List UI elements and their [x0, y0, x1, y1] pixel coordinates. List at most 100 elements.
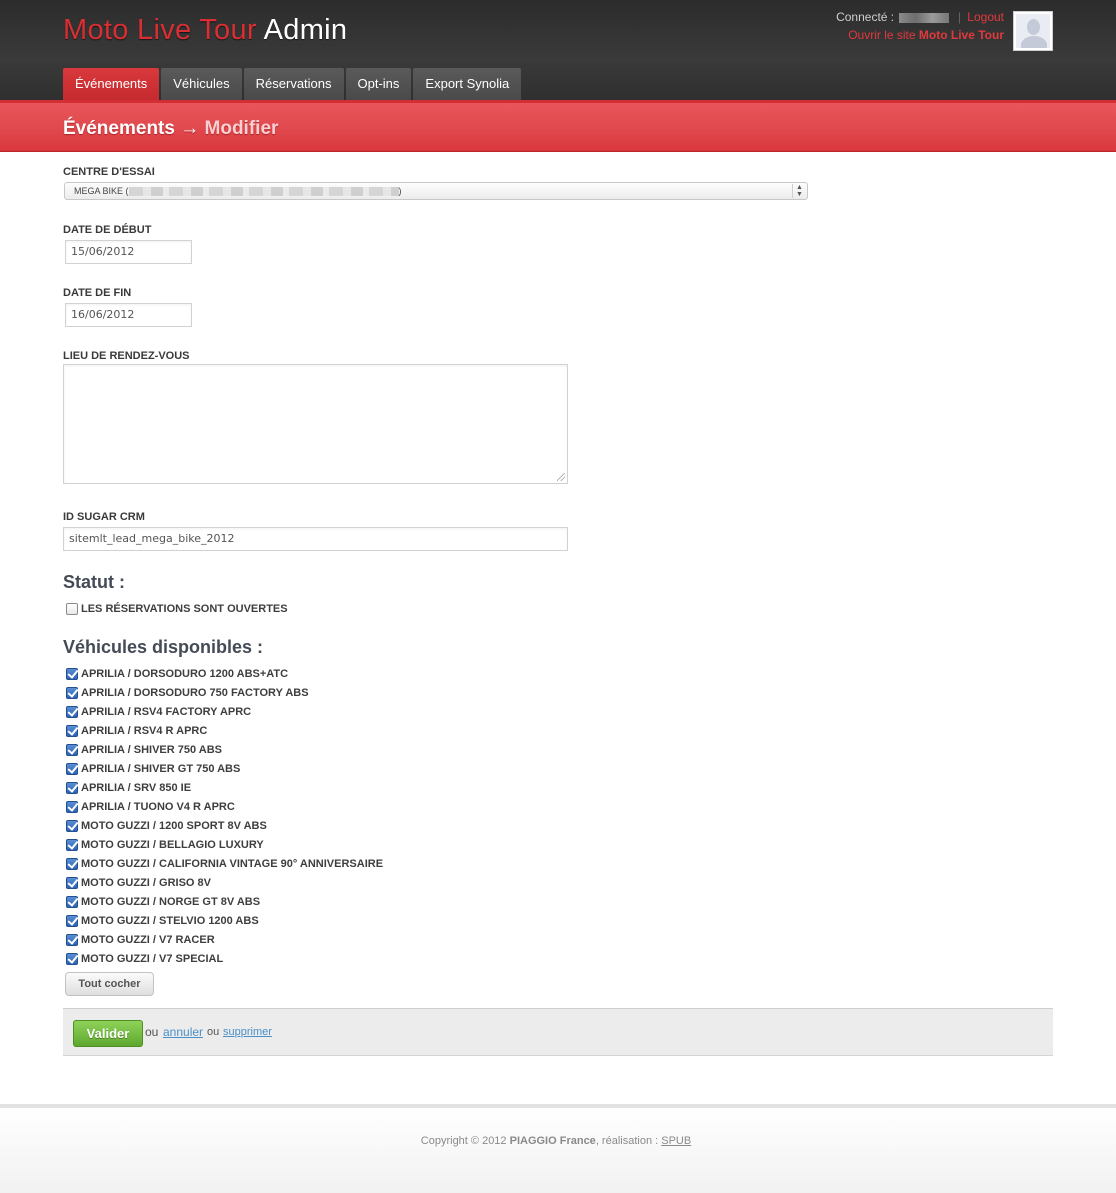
- vehicle-checkbox[interactable]: [66, 706, 78, 718]
- app-logo[interactable]: Moto Live Tour Admin: [63, 14, 347, 47]
- tab-evenements[interactable]: Événements: [63, 68, 160, 100]
- breadcrumb: Événements → Modifier: [63, 118, 278, 140]
- or-text: ou: [145, 1025, 159, 1039]
- vehicle-option[interactable]: APRILIA / SRV 850 IE: [66, 780, 191, 796]
- vehicle-option[interactable]: APRILIA / DORSODURO 750 FACTORY ABS: [66, 685, 309, 701]
- copyright-prefix: Copyright © 2012: [420, 1135, 507, 1147]
- vehicle-checkbox[interactable]: [66, 877, 78, 889]
- vehicle-checkbox[interactable]: [66, 820, 78, 832]
- vehicle-option[interactable]: MOTO GUZZI / BELLAGIO LUXURY: [66, 837, 264, 853]
- vehicle-checkbox[interactable]: [66, 896, 78, 908]
- sugar-label: ID SUGAR CRM: [63, 511, 145, 523]
- top-header: Moto Live Tour Admin Connecté : | Logout…: [0, 0, 1116, 100]
- vehicle-option[interactable]: MOTO GUZZI / STELVIO 1200 ABS: [66, 913, 259, 929]
- reservations-open-label: LES RÉSERVATIONS SONT OUVERTES: [81, 603, 288, 615]
- vehicle-option[interactable]: MOTO GUZZI / CALIFORNIA VINTAGE 90° ANNI…: [66, 856, 383, 872]
- cancel-link[interactable]: annuler: [163, 1025, 203, 1039]
- connected-label: Connecté :: [836, 10, 895, 24]
- vehicle-label: APRILIA / RSV4 R APRC: [81, 725, 208, 737]
- vehicle-option[interactable]: APRILIA / TUONO V4 R APRC: [66, 799, 235, 815]
- vehicle-checkbox[interactable]: [66, 782, 78, 794]
- vehicle-checkbox[interactable]: [66, 953, 78, 965]
- vehicle-checkbox[interactable]: [66, 725, 78, 737]
- tab-reservations[interactable]: Réservations: [243, 68, 344, 100]
- vehicle-option[interactable]: APRILIA / DORSODURO 1200 ABS+ATC: [66, 666, 288, 682]
- vehicle-checkbox[interactable]: [66, 858, 78, 870]
- brand-suffix: Admin: [263, 14, 348, 46]
- vehicle-option[interactable]: MOTO GUZZI / 1200 SPORT 8V ABS: [66, 818, 267, 834]
- vehicle-checkbox[interactable]: [66, 668, 78, 680]
- centre-value-prefix: MEGA BIKE (: [74, 186, 129, 196]
- vehicle-checkbox[interactable]: [66, 744, 78, 756]
- vehicle-checkbox[interactable]: [66, 763, 78, 775]
- submit-button[interactable]: Valider: [73, 1020, 143, 1047]
- centre-select[interactable]: MEGA BIKE () ▲ ▼: [64, 182, 808, 200]
- tab-optins[interactable]: Opt-ins: [345, 68, 412, 100]
- vehicle-option[interactable]: APRILIA / RSV4 R APRC: [66, 723, 207, 739]
- centre-value-suffix: ): [398, 186, 402, 196]
- vehicle-label: APRILIA / RSV4 FACTORY APRC: [81, 706, 252, 718]
- company-name: PIAGGIO France: [509, 1135, 596, 1147]
- date-debut-label: DATE DE DÉBUT: [63, 224, 152, 236]
- vehicle-option[interactable]: MOTO GUZZI / GRISO 8V: [66, 875, 211, 891]
- vehicle-option[interactable]: MOTO GUZZI / V7 SPECIAL: [66, 951, 223, 967]
- vehicle-option[interactable]: APRILIA / SHIVER GT 750 ABS: [66, 761, 240, 777]
- centre-label: CENTRE D'ESSAI: [63, 166, 155, 178]
- user-area: Connecté : | Logout Ouvrir le site Moto …: [836, 8, 1004, 44]
- title-band: Événements → Modifier: [0, 100, 1116, 152]
- username-redacted: [899, 12, 950, 23]
- statut-title: Statut :: [63, 572, 125, 592]
- vehicle-option[interactable]: APRILIA / SHIVER 750 ABS: [66, 742, 222, 758]
- open-site-link[interactable]: Ouvrir le site Moto Live Tour: [848, 28, 1004, 42]
- vehicle-checkbox[interactable]: [66, 839, 78, 851]
- reservations-open-option[interactable]: LES RÉSERVATIONS SONT OUVERTES: [66, 601, 288, 617]
- vehicle-label: APRILIA / DORSODURO 750 FACTORY ABS: [81, 687, 309, 699]
- logout-link[interactable]: Logout: [967, 10, 1004, 24]
- vehicle-checkbox[interactable]: [66, 915, 78, 927]
- agency-link[interactable]: SPUB: [661, 1135, 691, 1147]
- reservations-open-checkbox[interactable]: [66, 603, 78, 615]
- avatar-head: [1027, 19, 1040, 35]
- vehicle-label: MOTO GUZZI / CALIFORNIA VINTAGE 90° ANNI…: [81, 858, 384, 870]
- breadcrumb-page: Modifier: [204, 118, 279, 139]
- tab-vehicules[interactable]: Véhicules: [161, 68, 242, 100]
- vehicle-checkbox[interactable]: [66, 687, 78, 699]
- vehicle-label: APRILIA / DORSODURO 1200 ABS+ATC: [81, 668, 289, 680]
- date-fin-input[interactable]: 16/06/2012: [65, 303, 192, 327]
- brand-name: Moto Live Tour: [63, 14, 257, 46]
- avatar-body: [1021, 36, 1047, 48]
- vehicle-checkbox[interactable]: [66, 801, 78, 813]
- vehicle-option[interactable]: MOTO GUZZI / V7 RACER: [66, 932, 215, 948]
- delete-link[interactable]: supprimer: [223, 1026, 272, 1038]
- centre-value-redacted: [128, 187, 399, 197]
- copyright-text: Copyright © 2012 PIAGGIO France, réalisa…: [0, 1135, 1112, 1147]
- tab-export-synolia[interactable]: Export Synolia: [413, 68, 522, 100]
- vehicle-label: APRILIA / SHIVER 750 ABS: [81, 744, 222, 756]
- vehicle-option[interactable]: APRILIA / RSV4 FACTORY APRC: [66, 704, 251, 720]
- sugar-id-input[interactable]: sitemlt_lead_mega_bike_2012: [63, 527, 568, 551]
- vehicle-checkbox[interactable]: [66, 934, 78, 946]
- page-footer: Copyright © 2012 PIAGGIO France, réalisa…: [0, 1104, 1116, 1193]
- vehicules-title: Véhicules disponibles :: [63, 637, 264, 657]
- main-nav: Événements Véhicules Réservations Opt-in…: [63, 68, 522, 100]
- user-silhouette-icon: [1016, 14, 1050, 48]
- realisation-text: , réalisation :: [595, 1135, 659, 1147]
- avatar: [1013, 11, 1053, 51]
- vehicle-label: APRILIA / TUONO V4 R APRC: [81, 801, 235, 813]
- open-site-name: Moto Live Tour: [918, 28, 1004, 42]
- date-fin-label: DATE DE FIN: [63, 287, 132, 299]
- lieu-textarea[interactable]: [63, 364, 568, 484]
- vehicle-label: MOTO GUZZI / STELVIO 1200 ABS: [81, 915, 259, 927]
- date-debut-input[interactable]: 15/06/2012: [65, 240, 192, 264]
- check-all-button[interactable]: Tout cocher: [65, 972, 154, 996]
- open-site-prefix: Ouvrir le site: [848, 28, 916, 42]
- lieu-label: LIEU DE RENDEZ-VOUS: [63, 350, 190, 362]
- vehicle-option[interactable]: MOTO GUZZI / NORGE GT 8V ABS: [66, 894, 260, 910]
- vehicle-label: MOTO GUZZI / NORGE GT 8V ABS: [81, 896, 261, 908]
- resize-grip-icon[interactable]: [557, 473, 565, 481]
- vehicle-label: APRILIA / SHIVER GT 750 ABS: [81, 763, 241, 775]
- vehicle-label: MOTO GUZZI / BELLAGIO LUXURY: [81, 839, 264, 851]
- select-arrows-icon: ▲ ▼: [792, 184, 806, 198]
- form-actions: Valider ou annuler ou supprimer: [63, 1008, 1053, 1056]
- breadcrumb-arrow: →: [180, 118, 200, 139]
